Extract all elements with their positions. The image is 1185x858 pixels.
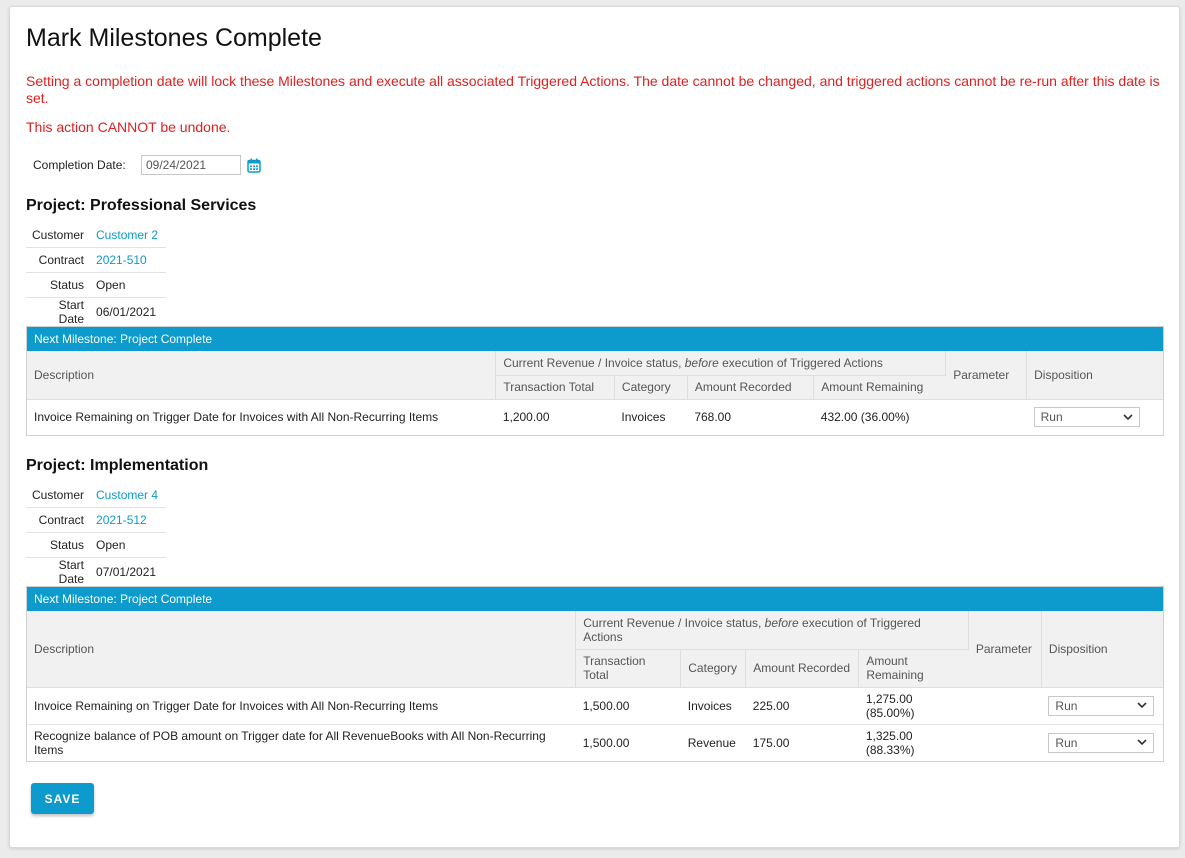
row-category: Revenue (687, 735, 736, 750)
status-value: Open (96, 532, 167, 558)
table-row: Invoice Remaining on Trigger Date for In… (27, 687, 1163, 725)
col-group-header: Current Revenue / Invoice status, before… (495, 351, 947, 376)
row-amount-remaining: 1,325.00 (88.33%) (865, 728, 915, 757)
status-label: Status (26, 532, 97, 558)
row-description: Invoice Remaining on Trigger Date for In… (27, 687, 576, 725)
row-amount-remaining: 432.00 (36.00%) (820, 410, 910, 425)
project-heading: Project: Professional Services (26, 197, 257, 214)
table-row: Recognize balance of POB amount on Trigg… (27, 724, 1163, 761)
start-date-value: 07/01/2021 (96, 565, 157, 579)
start-date-value: 06/01/2021 (96, 305, 157, 319)
disposition-value: Run (1055, 698, 1078, 713)
completion-date-input[interactable] (141, 155, 241, 175)
start-date-label: Start Date (58, 558, 85, 586)
col-disposition: Disposition (1041, 611, 1163, 688)
chevron-down-icon (1123, 414, 1133, 420)
row-category: Invoices (621, 410, 666, 425)
project-info: Customer Customer 4 Contract 2021-512 Stat… (26, 483, 167, 586)
col-category: Category (614, 375, 688, 400)
project-heading: Project: Implementation (26, 457, 209, 474)
customer-label: Customer (26, 483, 97, 508)
contract-link[interactable]: 2021-510 (96, 253, 147, 267)
disposition-select[interactable]: Run (1033, 407, 1140, 428)
chevron-down-icon (1137, 739, 1147, 746)
row-description: Invoice Remaining on Trigger Date for In… (34, 410, 439, 425)
col-amount-recorded: Amount Recorded (687, 375, 815, 400)
undo-warning: This action CANNOT be undone. (26, 119, 231, 135)
chevron-down-icon (1137, 702, 1147, 709)
start-date-label: Start Date (58, 298, 85, 326)
col-parameter: Parameter (945, 351, 1028, 400)
calendar-icon[interactable] (247, 158, 261, 173)
contract-label: Contract (26, 507, 97, 533)
status-label: Status (26, 272, 97, 298)
milestone-header: Next Milestone: Project Complete (27, 587, 1163, 611)
milestone-table: Next Milestone: Project Complete Descrip… (26, 586, 1164, 762)
milestone-header: Next Milestone: Project Complete (27, 327, 1163, 351)
col-amount-remaining: Amount Remaining (858, 649, 969, 688)
col-parameter: Parameter (968, 611, 1042, 688)
col-category: Category (680, 649, 747, 688)
contract-label: Contract (26, 247, 97, 273)
row-amount-recorded: 175.00 (752, 735, 790, 750)
row-transaction-total: 1,500.00 (582, 735, 630, 750)
table-row: Invoice Remaining on Trigger Date for In… (27, 399, 1163, 435)
milestone-table: Next Milestone: Project Complete Descrip… (26, 326, 1164, 436)
row-parameter (946, 399, 1027, 435)
project-info: Customer Customer 2 Contract 2021-510 Stat… (26, 223, 167, 326)
col-transaction-total: Transaction Total (495, 375, 615, 400)
row-transaction-total: 1,500.00 (575, 687, 681, 725)
col-transaction-total: Transaction Total (575, 649, 682, 688)
row-transaction-total: 1,200.00 (502, 410, 550, 425)
disposition-value: Run (1040, 410, 1063, 425)
row-amount-remaining: 1,275.00 (85.00%) (858, 687, 969, 725)
row-parameter (968, 724, 1041, 761)
warning-message: Setting a completion date will lock thes… (26, 73, 1160, 106)
customer-label: Customer (26, 223, 97, 248)
status-value: Open (96, 272, 167, 298)
completion-date-label: Completion Date: (33, 158, 126, 172)
col-amount-recorded: Amount Recorded (745, 649, 860, 688)
customer-link[interactable]: Customer 4 (96, 488, 158, 502)
contract-link[interactable]: 2021-512 (96, 513, 147, 527)
col-amount-remaining: Amount Remaining (813, 375, 946, 400)
customer-link[interactable]: Customer 2 (96, 228, 158, 242)
save-button[interactable]: SAVE (31, 783, 94, 814)
completion-date-row: Completion Date: (26, 154, 1163, 176)
disposition-select[interactable]: Run (1048, 695, 1155, 716)
row-description: Recognize balance of POB amount on Trigg… (34, 728, 546, 757)
col-disposition: Disposition (1026, 351, 1163, 400)
col-description: Description (27, 611, 577, 688)
page-title: Mark Milestones Complete (26, 24, 322, 52)
col-group-header: Current Revenue / Invoice status, before… (575, 611, 969, 650)
row-parameter (968, 687, 1042, 725)
disposition-select[interactable]: Run (1048, 732, 1155, 753)
row-amount-recorded: 768.00 (694, 410, 732, 425)
col-description: Description (27, 351, 497, 400)
disposition-value: Run (1055, 735, 1078, 750)
milestones-panel: Mark Milestones Complete Setting a compl… (9, 6, 1180, 848)
row-category: Invoices (680, 687, 746, 725)
row-amount-recorded: 225.00 (745, 687, 859, 725)
